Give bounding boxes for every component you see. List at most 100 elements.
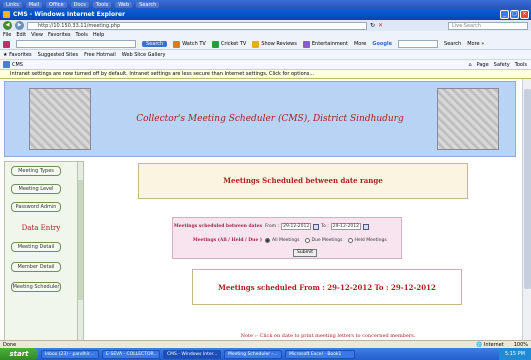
toolbar-item[interactable]: Cricket TV (211, 40, 246, 48)
tools-menu[interactable]: Tools (515, 62, 527, 68)
web-page: Collector's Meeting Scheduler (CMS), Dis… (0, 79, 522, 347)
submit-button[interactable]: Submit (293, 249, 317, 257)
url-input[interactable]: http://10.150.33.11/meeting.php (27, 21, 367, 30)
information-bar[interactable]: Intranet settings are now turned off by … (0, 70, 531, 79)
to-date-input[interactable]: 29-12-2012 (330, 223, 361, 230)
top-strip-item[interactable]: Tools (92, 1, 112, 8)
sidebar-section-heading: Data Entry (21, 224, 61, 232)
radio-label: Held Meetings (354, 238, 387, 243)
banner-image-right (437, 88, 499, 150)
radio-label: Due Meetings (311, 238, 343, 243)
date-range-form: Meetings scheduled between dates From : … (172, 217, 402, 259)
favorites-button[interactable]: ★ Favorites (3, 52, 32, 58)
entertainment-icon (302, 40, 310, 48)
toolbar-logo-icon (3, 40, 10, 48)
reviews-icon (252, 40, 260, 48)
google-label: Google (372, 41, 393, 47)
sidebar-meeting-detail-button[interactable]: Meeting Detail (11, 242, 61, 252)
window-title-bar: CMS - Windows Internet Explorer _ □ × (0, 9, 531, 20)
close-button[interactable]: × (520, 10, 529, 19)
from-date-input[interactable]: 29-12-2012 (281, 223, 312, 230)
menu-bar: File Edit View Favorites Tools Help (0, 31, 531, 39)
taskbar-item[interactable]: CMS - Windows Inter... (163, 349, 221, 359)
top-strip-item[interactable]: Links (3, 1, 22, 8)
menu-tools[interactable]: Tools (76, 32, 88, 38)
start-button[interactable]: start (0, 348, 38, 360)
top-strip-item[interactable]: Search (136, 1, 160, 8)
minimize-button[interactable]: _ (500, 10, 509, 19)
radio-all-meetings[interactable] (265, 238, 270, 243)
live-search-input[interactable]: Live Search (448, 21, 528, 30)
status-text: Done (3, 341, 17, 348)
zone-indicator: 🌐 Internet (476, 341, 504, 348)
zoom-level[interactable]: 100% (514, 342, 528, 348)
dates-row: Meetings scheduled between dates From : … (173, 221, 401, 232)
top-strip-item[interactable]: Mail (25, 1, 43, 8)
section-heading-box: Meetings Scheduled between date range (138, 163, 468, 199)
toolbar-search-input[interactable] (16, 40, 136, 48)
system-tray-clock: 5:15 PM (498, 348, 531, 360)
favorites-item[interactable]: Free Hotmail (84, 52, 116, 58)
toolbar-search-button[interactable]: Search (142, 41, 168, 47)
tab-cms[interactable]: CMS (3, 61, 23, 68)
favorites-item[interactable]: Web Slice Gallery (122, 52, 166, 58)
top-strip-item[interactable]: Web (115, 1, 133, 8)
toolbar-item[interactable]: Entertainment (302, 40, 348, 48)
top-strip-item[interactable]: Docs (70, 1, 89, 8)
tv-icon (173, 40, 181, 48)
sidebar-scroll-thumb[interactable] (78, 180, 83, 300)
calendar-icon[interactable] (313, 223, 320, 230)
back-button[interactable]: ◀ (3, 21, 12, 30)
sidebar-scrollbar[interactable] (77, 162, 83, 340)
maximize-button[interactable]: □ (510, 10, 519, 19)
toolbar-more[interactable]: More (354, 41, 366, 47)
toolbar-item[interactable]: Watch TV (173, 40, 206, 48)
taskbar-item[interactable]: Microsoft Excel - Book1 (285, 349, 355, 359)
menu-favorites[interactable]: Favorites (48, 32, 71, 38)
safety-menu[interactable]: Safety (494, 62, 510, 68)
page-banner: Collector's Meeting Scheduler (CMS), Dis… (4, 81, 516, 157)
menu-edit[interactable]: Edit (16, 32, 26, 38)
radio-due-meetings[interactable] (304, 238, 310, 243)
forward-button[interactable]: ▶ (15, 21, 24, 30)
toolbar-item[interactable]: Show Reviews (252, 40, 297, 48)
taskbar-item[interactable]: E-SEVA - COLLECTOR... (102, 349, 160, 359)
main-content: Meetings Scheduled between date range Me… (88, 161, 522, 347)
result-heading: Meetings scheduled From : 29-12-2012 To … (218, 283, 436, 292)
page-scroll-thumb[interactable] (524, 89, 531, 289)
sidebar-password-admin-button[interactable]: Password Admin (11, 202, 61, 212)
banner-image-left (29, 88, 91, 150)
radio-label: All Meetings (272, 238, 300, 243)
google-search-button[interactable]: Search (444, 41, 461, 47)
print-note: Note :- Click on date to print meeting l… (240, 333, 416, 339)
ie-icon (3, 11, 10, 18)
page-menu[interactable]: Page (477, 62, 489, 68)
sidebar-meeting-scheduler-button[interactable]: Meeting Scheduler (11, 282, 61, 292)
menu-view[interactable]: View (31, 32, 43, 38)
tab-row: CMS ⌂ Page Safety Tools (0, 60, 531, 70)
type-label: Meetings (All / Held / Due ) (192, 238, 262, 243)
calendar-icon[interactable] (362, 223, 369, 230)
sidebar-meeting-level-button[interactable]: Meeting Level (11, 184, 61, 194)
sidebar-member-detail-button[interactable]: Member Detail (11, 262, 61, 272)
from-label: From : (265, 224, 280, 229)
sidebar: Meeting Types Meeting Level Password Adm… (4, 161, 84, 341)
top-strip: Links Mail Office Docs Tools Web Search (0, 0, 531, 9)
page-scrollbar[interactable] (522, 79, 531, 347)
menu-file[interactable]: File (3, 32, 11, 38)
taskbar-item[interactable]: Meeting Scheduler -... (224, 349, 282, 359)
top-strip-item[interactable]: Office (46, 1, 67, 8)
taskbar: start Inbox (23) - pandhir... E-SEVA - C… (0, 348, 531, 360)
menu-help[interactable]: Help (93, 32, 104, 38)
refresh-icon[interactable]: ↻ (370, 22, 375, 29)
home-icon[interactable]: ⌂ (468, 62, 471, 68)
stop-icon[interactable]: ✕ (378, 22, 383, 29)
google-more[interactable]: More » (467, 41, 484, 47)
favorites-item[interactable]: Suggested Sites (38, 52, 78, 58)
window-title: CMS - Windows Internet Explorer (13, 11, 126, 18)
taskbar-item[interactable]: Inbox (23) - pandhir... (41, 349, 99, 359)
google-search-input[interactable] (398, 40, 439, 48)
radio-held-meetings[interactable] (347, 238, 353, 243)
sidebar-meeting-types-button[interactable]: Meeting Types (11, 166, 61, 176)
dates-label: Meetings scheduled between dates (173, 224, 262, 229)
